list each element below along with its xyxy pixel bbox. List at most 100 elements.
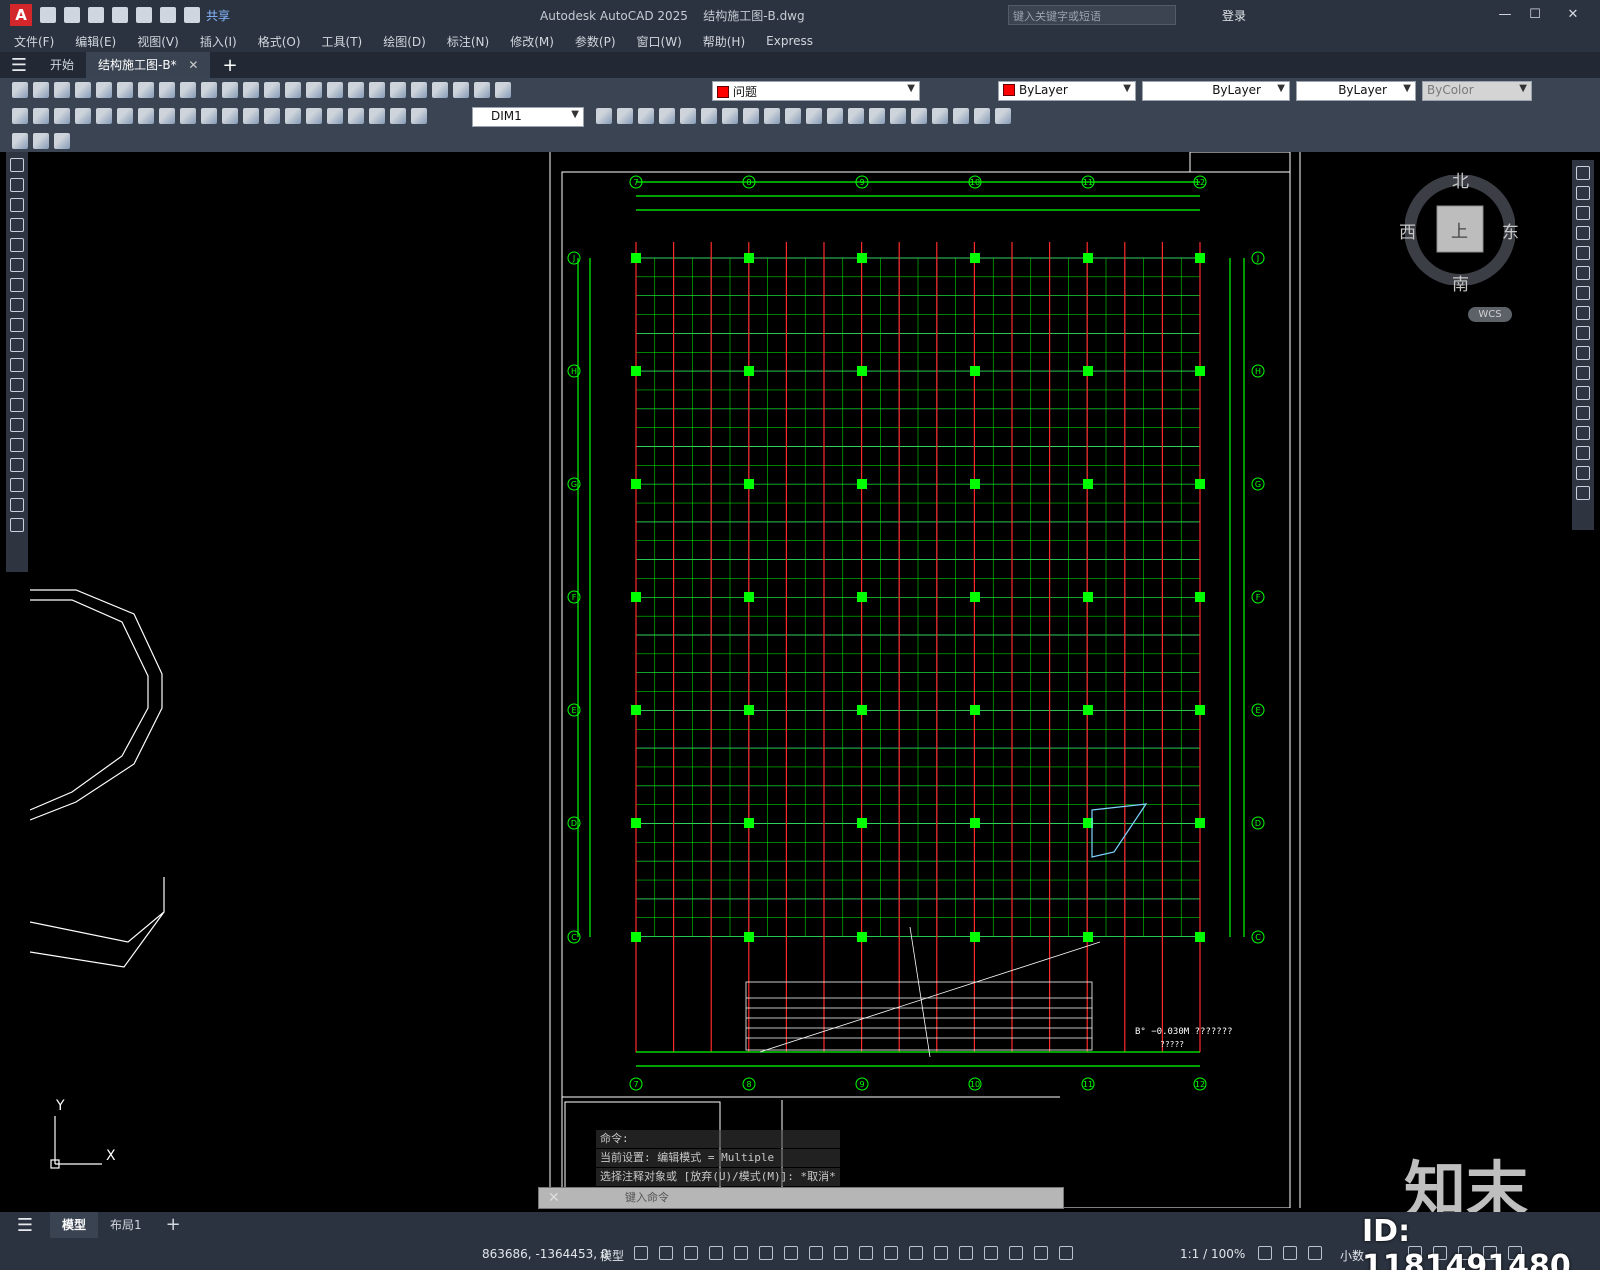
save-as-icon[interactable] [112,7,128,23]
menu-edit[interactable]: 编辑(E) [75,33,116,50]
transparency-icon[interactable] [884,1246,898,1260]
jogged-linear-icon[interactable] [348,108,364,124]
layer-dropdown[interactable]: 问题 ▼ [712,81,920,101]
save-icon[interactable] [88,7,104,23]
center-mark-icon[interactable] [306,108,322,124]
add-layout-button[interactable]: + [154,1212,193,1238]
array-icon[interactable] [1576,246,1590,260]
fillet-icon[interactable] [890,108,906,124]
erase-icon[interactable] [1576,166,1590,180]
chamfer-icon[interactable] [869,108,885,124]
arc-icon[interactable] [10,258,24,272]
gizmo-icon[interactable] [1009,1246,1023,1260]
extend-icon[interactable] [1576,366,1590,380]
scale-icon[interactable] [1576,306,1590,320]
menu-insert[interactable]: 插入(I) [200,33,237,50]
paste-icon[interactable] [180,82,196,98]
snap-icon[interactable] [659,1246,673,1260]
viewcube-north[interactable]: 北 [1452,167,1469,192]
menu-file[interactable]: 文件(F) [14,33,54,50]
lightbulb-icon[interactable] [495,82,511,98]
polyline-icon[interactable] [10,198,24,212]
menu-window[interactable]: 窗口(W) [637,33,682,50]
save-icon[interactable] [54,82,70,98]
plot-style-dropdown[interactable]: ByColor ▼ [1422,81,1532,101]
3d-osnap-icon[interactable] [934,1246,948,1260]
menu-view[interactable]: 视图(V) [137,33,179,50]
object-snap-tracking-icon[interactable] [809,1246,823,1260]
cut-icon[interactable] [138,82,154,98]
copy-icon[interactable] [1576,186,1590,200]
new-icon[interactable] [12,82,28,98]
menu-dimension[interactable]: 标注(N) [447,33,489,50]
offset-icon[interactable] [659,108,675,124]
scale-icon[interactable] [743,108,759,124]
zoom-realtime-icon[interactable] [285,82,301,98]
diameter-icon[interactable] [138,108,154,124]
make-block-icon[interactable] [10,398,24,412]
layer-properties-icon[interactable] [474,82,490,98]
layer-state-icon[interactable] [12,133,28,149]
join-icon[interactable] [1576,406,1590,420]
point-icon[interactable] [10,418,24,432]
menu-draw[interactable]: 绘图(D) [383,33,426,50]
arc-length-icon[interactable] [54,108,70,124]
dimension-style-icon[interactable] [596,108,612,124]
annotation-visibility-icon[interactable] [1034,1246,1048,1260]
minimize-button[interactable]: — [1490,4,1520,26]
calculator-icon[interactable] [432,82,448,98]
mirror-icon[interactable] [638,108,654,124]
hatch-icon[interactable] [10,438,24,452]
trim-icon[interactable] [1576,346,1590,360]
layout-menu-icon[interactable]: ☰ [0,1215,50,1236]
auto-scale-icon[interactable] [1059,1246,1073,1260]
spline-icon[interactable] [10,318,24,332]
ungroup-icon[interactable] [953,108,969,124]
open-icon[interactable] [33,82,49,98]
group-icon[interactable] [932,108,948,124]
zoom-previous-icon[interactable] [327,82,343,98]
jogged-icon[interactable] [117,108,133,124]
polygon-icon[interactable] [10,218,24,232]
baseline-icon[interactable] [201,108,217,124]
dimension-update-icon[interactable] [411,108,427,124]
annotation-scale-menu[interactable]: 1:1 / 100% [1180,1247,1245,1261]
quick-properties-icon[interactable] [1308,1246,1322,1260]
aligned-dimension-icon[interactable] [33,108,49,124]
radius-icon[interactable] [96,108,112,124]
offset-icon[interactable] [1576,226,1590,240]
join-icon[interactable] [848,108,864,124]
angular-icon[interactable] [159,108,175,124]
tab-active-drawing[interactable]: 结构施工图-B* ✕ [86,52,211,78]
viewcube-east[interactable]: 东 [1502,218,1519,243]
break-icon[interactable] [1576,386,1590,400]
dimension-style-dropdown[interactable]: DIM1 ▼ [472,107,584,127]
rectangle-icon[interactable] [10,238,24,252]
menu-format[interactable]: 格式(O) [258,33,301,50]
explode-icon[interactable] [1576,486,1590,500]
pan-icon[interactable] [264,82,280,98]
break-icon[interactable] [264,108,280,124]
gradient-icon[interactable] [10,458,24,472]
construction-line-icon[interactable] [10,178,24,192]
tab-start[interactable]: 开始 [38,52,86,78]
continue-icon[interactable] [222,108,238,124]
share-button[interactable]: 共享 [206,7,230,24]
rotate-icon[interactable] [1576,286,1590,300]
autocad-logo-icon[interactable]: A [10,4,32,26]
search-input[interactable]: 键入关键字或短语 [1008,5,1176,25]
block-icon[interactable] [974,108,990,124]
command-input[interactable]: 键入命令 [538,1187,1064,1209]
lineweight-icon[interactable] [859,1246,873,1260]
region-icon[interactable] [10,478,24,492]
viewcube-top-face[interactable]: 上 [1451,217,1468,242]
close-icon[interactable]: ✕ [548,1190,560,1206]
dimension-text-edit-icon[interactable] [390,108,406,124]
circle-icon[interactable] [10,278,24,292]
stretch-icon[interactable] [764,108,780,124]
table-icon[interactable] [10,498,24,512]
revision-cloud-icon[interactable] [10,298,24,312]
maximize-button[interactable]: ☐ [1520,4,1550,26]
redo-icon[interactable] [243,82,259,98]
hamburger-menu-icon[interactable]: ☰ [0,55,38,76]
